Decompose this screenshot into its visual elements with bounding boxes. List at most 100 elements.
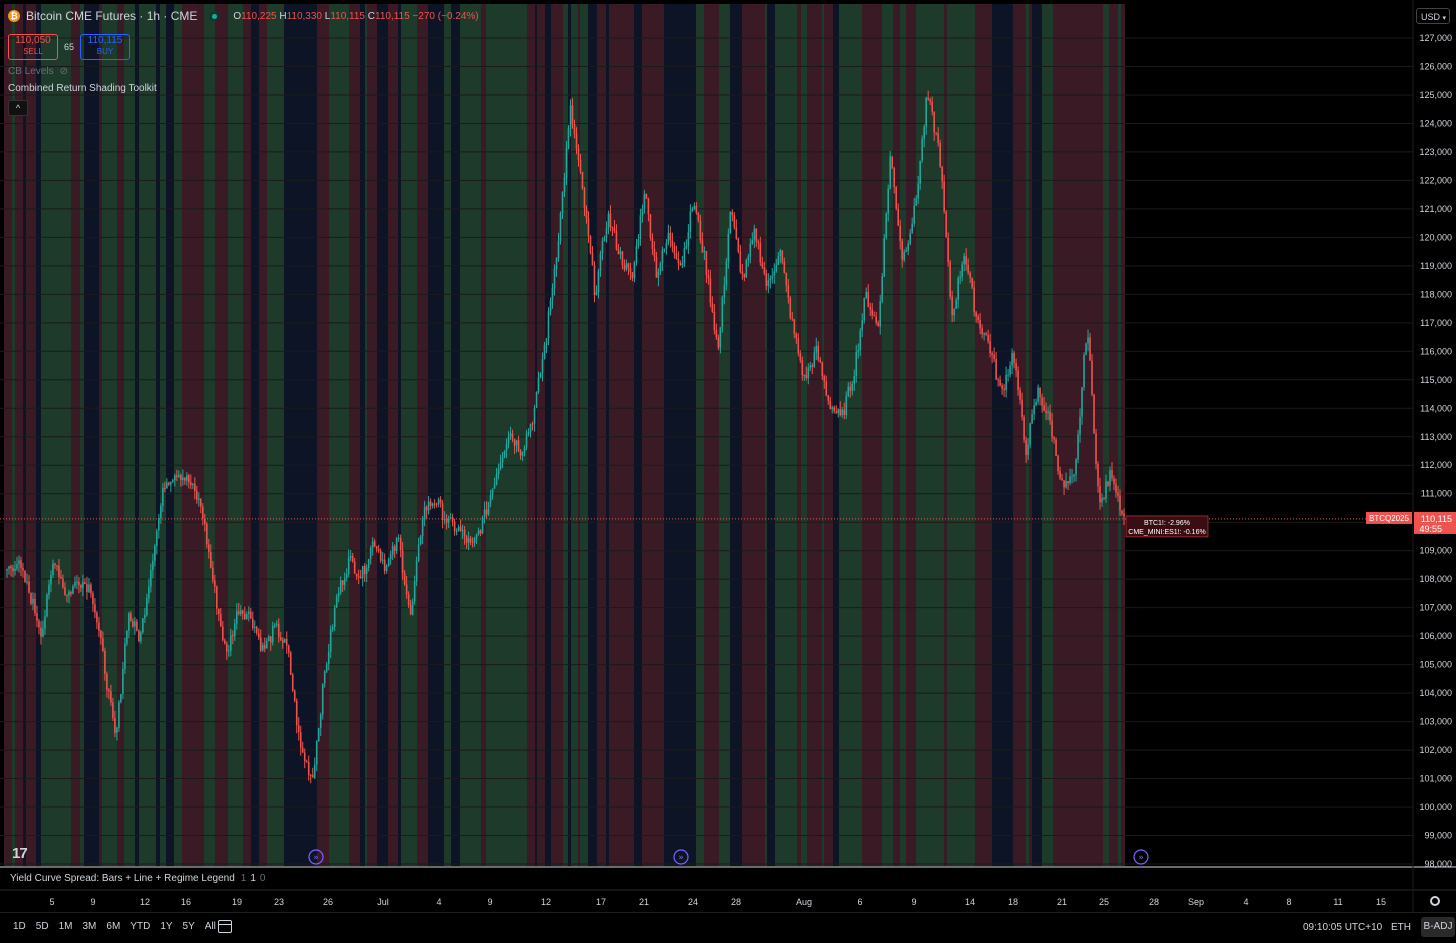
range-3m[interactable]: 3M bbox=[78, 921, 102, 932]
candle-body bbox=[721, 297, 724, 328]
candle-body bbox=[987, 335, 989, 342]
candle-body bbox=[689, 211, 692, 233]
candle-body bbox=[501, 457, 504, 463]
candle-body bbox=[132, 621, 134, 627]
candle-body bbox=[6, 568, 8, 571]
candle-body bbox=[681, 263, 684, 265]
candle-body bbox=[214, 580, 216, 587]
indicator-toolkit[interactable]: Combined Return Shading Toolkit bbox=[8, 83, 479, 94]
candle-body bbox=[623, 265, 626, 270]
calendar-icon[interactable] bbox=[218, 920, 232, 933]
price-axis-label: 119,000 bbox=[1420, 261, 1452, 271]
candle-body bbox=[953, 308, 955, 316]
currency-selector[interactable]: USD ▾ bbox=[1416, 8, 1450, 24]
candle-body bbox=[671, 240, 674, 247]
candle-body bbox=[817, 345, 820, 360]
shade-band bbox=[448, 4, 451, 866]
lower-pane-legend[interactable]: Yield Curve Spread: Bars + Line + Regime… bbox=[10, 873, 265, 884]
shade-band bbox=[169, 4, 174, 866]
candle-body bbox=[937, 133, 939, 144]
candle-body bbox=[943, 181, 945, 212]
candle-body bbox=[333, 607, 336, 627]
candle-body bbox=[174, 475, 176, 480]
candle-body bbox=[785, 272, 788, 286]
candle-body bbox=[461, 529, 464, 531]
chart-canvas[interactable]: 127,000 126,000 125,000 124,000 123,000 122,0… bbox=[0, 0, 1456, 942]
candle-body bbox=[563, 177, 566, 192]
range-5y[interactable]: 5Y bbox=[178, 921, 200, 932]
candle-body bbox=[507, 436, 510, 445]
shade-band bbox=[944, 4, 947, 866]
price-axis-label: 116,000 bbox=[1420, 346, 1452, 356]
candle-body bbox=[1011, 352, 1013, 366]
candle-body bbox=[255, 626, 258, 634]
range-6m[interactable]: 6M bbox=[101, 921, 125, 932]
adjustment-toggle[interactable]: B-ADJ bbox=[1421, 917, 1455, 937]
session-toggle[interactable]: ETH bbox=[1391, 922, 1411, 933]
candle-body bbox=[839, 409, 842, 416]
candle-body bbox=[285, 638, 288, 646]
time-axis-label: 6 bbox=[857, 897, 862, 907]
candle-body bbox=[245, 614, 248, 620]
candle-body bbox=[963, 255, 965, 265]
candle-body bbox=[423, 506, 426, 520]
tradingview-logo[interactable]: 17 bbox=[12, 845, 28, 862]
candle-body bbox=[1119, 495, 1121, 511]
candle-body bbox=[755, 228, 758, 242]
candle-body bbox=[385, 565, 388, 571]
candle-body bbox=[1049, 411, 1051, 421]
candle-body bbox=[957, 278, 959, 300]
range-buttons: 1D 5D 1M 3M 6M YTD 1Y 5Y All bbox=[8, 921, 221, 932]
candle-body bbox=[913, 205, 915, 224]
hidden-eye-icon[interactable]: ⊘ bbox=[60, 66, 68, 77]
candle-body bbox=[673, 246, 676, 254]
candle-body bbox=[565, 148, 568, 178]
candle-body bbox=[196, 491, 198, 500]
shade-band bbox=[207, 4, 215, 866]
shade-band bbox=[767, 4, 775, 866]
shade-band bbox=[1006, 4, 1013, 866]
range-1y[interactable]: 1Y bbox=[155, 921, 177, 932]
candle-body bbox=[122, 668, 124, 694]
collapse-legend-button[interactable]: ^ bbox=[8, 100, 28, 116]
candle-body bbox=[1055, 439, 1057, 456]
candle-body bbox=[749, 243, 752, 257]
shade-band bbox=[360, 4, 365, 866]
buy-button[interactable]: 110,115 BUY bbox=[80, 34, 131, 60]
candle-body bbox=[575, 133, 578, 149]
clock-timezone[interactable]: 09:10:05 UTC+10 bbox=[1303, 922, 1382, 933]
gear-icon[interactable] bbox=[1430, 896, 1440, 906]
candle-body bbox=[1087, 337, 1089, 344]
range-1m[interactable]: 1M bbox=[54, 921, 78, 932]
shade-band bbox=[992, 4, 1006, 866]
candle-body bbox=[723, 284, 726, 298]
candle-body bbox=[1001, 385, 1003, 389]
candle-body bbox=[653, 248, 656, 257]
candle-body bbox=[435, 503, 438, 505]
candle-body bbox=[367, 558, 370, 568]
indicator-cb-levels[interactable]: CB Levels ⊘ bbox=[8, 66, 479, 77]
range-1d[interactable]: 1D bbox=[8, 921, 31, 932]
candle-body bbox=[691, 208, 694, 212]
range-ytd[interactable]: YTD bbox=[125, 921, 155, 932]
candle-body bbox=[939, 143, 941, 167]
time-axis-label: 25 bbox=[1099, 897, 1109, 907]
sell-button[interactable]: 110,050 SELL bbox=[8, 34, 58, 60]
candle-body bbox=[695, 205, 698, 213]
candle-body bbox=[999, 380, 1001, 386]
candle-body bbox=[94, 604, 96, 613]
candle-body bbox=[885, 213, 888, 238]
candle-body bbox=[281, 640, 284, 643]
chart-svg[interactable]: 127,000 126,000 125,000 124,000 123,000 122,0… bbox=[0, 0, 1456, 942]
candle-body bbox=[555, 258, 558, 269]
candle-body bbox=[1061, 478, 1063, 481]
shade-band bbox=[80, 4, 84, 866]
candle-body bbox=[489, 495, 492, 503]
market-status-icon[interactable] bbox=[209, 11, 220, 21]
candle-body bbox=[541, 359, 544, 374]
candle-body bbox=[1085, 343, 1087, 356]
symbol-title[interactable]: Bitcoin CME Futures · 1h · CME bbox=[26, 9, 197, 23]
range-5d[interactable]: 5D bbox=[31, 921, 54, 932]
candle-body bbox=[389, 554, 392, 560]
shade-band bbox=[139, 4, 147, 866]
